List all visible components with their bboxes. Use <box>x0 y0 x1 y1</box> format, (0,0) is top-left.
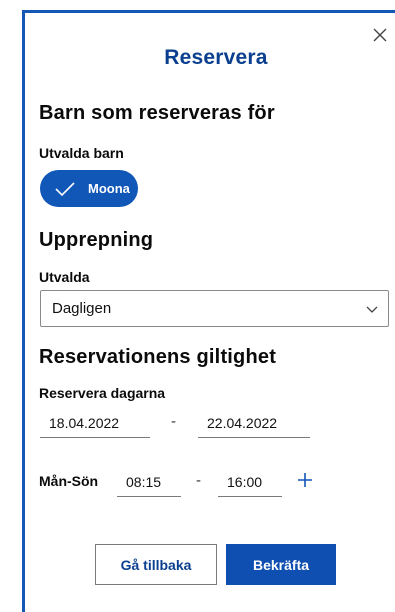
reserve-days-label: Reservera dagarna <box>39 385 166 401</box>
chevron-down-icon <box>366 306 378 313</box>
confirm-button[interactable]: Bekräfta <box>226 544 336 585</box>
end-time-input[interactable]: 16:00 <box>218 470 282 497</box>
modal-title: Reservera <box>164 46 268 69</box>
child-chip-moona[interactable]: Moona <box>40 170 138 207</box>
date-range-dash: - <box>171 413 176 430</box>
day-range-label: Mån-Sön <box>39 473 99 489</box>
repeat-select-value: Dagligen <box>52 300 112 317</box>
time-range-dash: - <box>196 472 201 489</box>
close-icon[interactable] <box>371 26 389 44</box>
child-chip-label: Moona <box>88 181 130 196</box>
plus-icon[interactable] <box>296 471 314 489</box>
start-time-input[interactable]: 08:15 <box>117 470 181 497</box>
children-heading: Barn som reserveras för <box>39 102 275 124</box>
check-icon <box>55 181 75 196</box>
repeat-select[interactable]: Dagligen <box>40 290 389 327</box>
repeat-label: Utvalda <box>39 269 90 285</box>
back-button[interactable]: Gå tillbaka <box>95 544 217 585</box>
end-date-input[interactable]: 22.04.2022 <box>198 411 310 438</box>
start-date-input[interactable]: 18.04.2022 <box>40 411 150 438</box>
validity-heading: Reservationens giltighet <box>39 346 277 368</box>
repeat-heading: Upprepning <box>39 229 154 251</box>
selected-children-label: Utvalda barn <box>39 145 124 161</box>
